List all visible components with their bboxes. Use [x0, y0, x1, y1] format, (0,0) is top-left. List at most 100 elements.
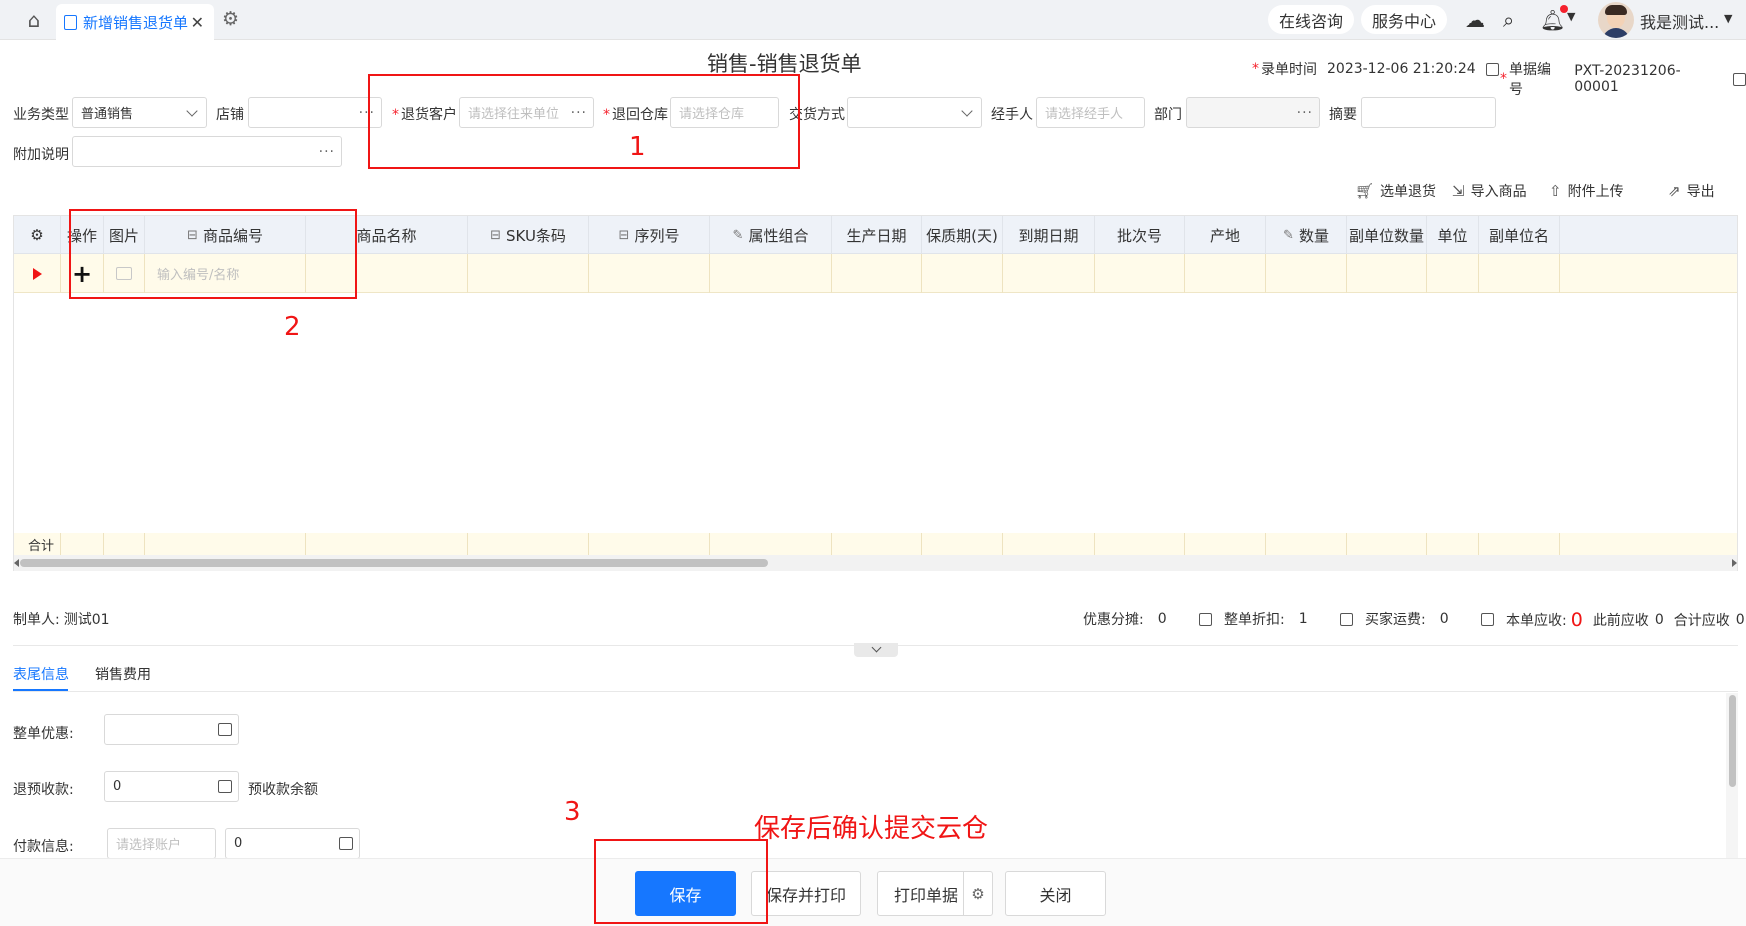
- export-button[interactable]: ⇗ 导出: [1668, 181, 1715, 201]
- receivable: 本单应收: 0 此前应收 0 合计应收 0: [1506, 609, 1745, 631]
- annotation-number-1: 1: [629, 132, 646, 162]
- handler-input[interactable]: 请选择经手人: [1036, 97, 1145, 128]
- payment-amount-value: 0: [234, 836, 243, 851]
- select-return-button[interactable]: 🛒︎ 选单退货: [1355, 181, 1436, 201]
- delivery-select[interactable]: [847, 97, 982, 128]
- pencil-icon: ✎: [1283, 227, 1294, 243]
- more-icon[interactable]: ···: [319, 144, 335, 160]
- account-placeholder: 请选择账户: [116, 838, 182, 853]
- payment-label: 付款信息:: [13, 839, 74, 855]
- col-sub-quantity: 副单位数量: [1347, 216, 1427, 254]
- export-icon: ⇗: [1668, 182, 1681, 200]
- annotation-number-3: 3: [564, 797, 581, 827]
- col-sku: ⊟ SKU条码: [468, 216, 589, 254]
- calculator-icon[interactable]: [218, 723, 232, 736]
- col-expiry-date: 到期日期: [1003, 216, 1095, 254]
- vertical-scrollbar[interactable]: [1726, 693, 1738, 858]
- total-receivable-value: 0: [1735, 612, 1745, 628]
- more-icon[interactable]: ···: [1297, 105, 1313, 121]
- upload-icon: ⇧: [1549, 182, 1562, 200]
- edit-icon[interactable]: [1198, 612, 1212, 626]
- col-attributes: ✎ 属性组合: [710, 216, 832, 254]
- print-document-button[interactable]: 打印单据 ⚙: [877, 871, 993, 916]
- annotation-box-3: [594, 839, 768, 924]
- receivable-value: 0: [1570, 609, 1583, 631]
- shop-input[interactable]: ···: [248, 97, 382, 128]
- whole-discount-field[interactable]: [104, 714, 239, 745]
- calculator-icon[interactable]: [218, 780, 232, 793]
- close-button[interactable]: 关闭: [1005, 871, 1106, 916]
- collapse-toggle[interactable]: [854, 642, 898, 657]
- extra-input[interactable]: ···: [72, 136, 342, 167]
- upload-attachment-button[interactable]: ⇧ 附件上传: [1549, 181, 1624, 201]
- grid-total-row: 合计: [14, 533, 1737, 555]
- col-quantity: ✎ 数量: [1266, 216, 1347, 254]
- discount-alloc: 优惠分摊: 0: [1083, 609, 1212, 629]
- biz-type-select[interactable]: 普通销售: [72, 97, 207, 128]
- summary-label: 摘要: [1329, 107, 1357, 123]
- maker-info: 制单人: 测试01: [13, 609, 110, 629]
- record-time-value: 2023-12-06 21:20:24: [1327, 61, 1476, 77]
- doc-number: * 单据编号 PXT-20231206-00001: [1500, 59, 1746, 99]
- whole-discount: 整单折扣: 1: [1224, 609, 1353, 629]
- footer-bar: [0, 858, 1746, 926]
- summary-input[interactable]: [1361, 97, 1496, 128]
- payment-amount-field[interactable]: 0: [225, 828, 360, 859]
- avatar[interactable]: [1598, 2, 1634, 38]
- divider: [13, 691, 1738, 692]
- edit-icon[interactable]: [1480, 612, 1494, 626]
- scrollbar-thumb[interactable]: [1729, 695, 1736, 787]
- prev-receivable-value: 0: [1654, 612, 1664, 628]
- home-icon[interactable]: ⌂: [14, 6, 54, 34]
- prepay-balance-label: 预收款余额: [248, 782, 318, 798]
- refund-prepay-value: 0: [113, 779, 122, 794]
- service-center-button[interactable]: 服务中心: [1361, 5, 1448, 34]
- account-select[interactable]: 请选择账户: [107, 828, 216, 859]
- scan-icon: ⊟: [490, 227, 501, 243]
- dept-input[interactable]: ···: [1186, 97, 1320, 128]
- user-name[interactable]: 我是测试...: [1640, 9, 1719, 33]
- cloud-download-icon[interactable]: ☁: [1465, 8, 1485, 32]
- user-menu-chevron-icon[interactable]: ▼: [1724, 12, 1732, 25]
- shop-label: 店铺: [216, 107, 244, 123]
- tab-sales-cost[interactable]: 销售费用: [95, 664, 151, 684]
- import-goods-button[interactable]: ⇲ 导入商品: [1452, 181, 1527, 201]
- edit-icon[interactable]: [1485, 62, 1499, 76]
- biz-type-label: 业务类型: [13, 107, 69, 123]
- document-icon: [64, 14, 77, 30]
- handler-label: 经手人: [991, 107, 1033, 123]
- total-label: 合计: [14, 533, 61, 555]
- freight: 买家运费: 0: [1365, 609, 1494, 629]
- edit-icon[interactable]: [1733, 72, 1746, 86]
- discount-alloc-value: 0: [1157, 611, 1167, 627]
- row-pointer-icon: [14, 254, 61, 293]
- doc-number-label: 单据编号: [1509, 62, 1551, 98]
- edit-icon[interactable]: [1339, 612, 1353, 626]
- col-origin: 产地: [1185, 216, 1266, 254]
- online-consult-button[interactable]: 在线咨询: [1268, 5, 1355, 34]
- scan-icon: ⊟: [618, 227, 630, 243]
- refund-prepay-label: 退预收款:: [13, 782, 74, 798]
- chevron-down-icon[interactable]: ▼: [1567, 10, 1575, 23]
- tab-tail-info[interactable]: 表尾信息: [13, 664, 69, 684]
- print-settings-gear-icon[interactable]: ⚙: [963, 872, 992, 915]
- close-icon[interactable]: ✕: [191, 13, 204, 32]
- annotation-note: 保存后确认提交云仓: [754, 814, 989, 844]
- calculator-icon[interactable]: [339, 837, 353, 850]
- tab-label: 新增销售退货单: [83, 13, 189, 32]
- scrollbar-thumb[interactable]: [20, 559, 768, 567]
- col-production-date: 生产日期: [832, 216, 922, 254]
- chevron-down-icon: [186, 105, 198, 117]
- refund-prepay-field[interactable]: 0: [104, 771, 239, 802]
- annotation-box-1: [368, 74, 800, 169]
- gear-icon[interactable]: ⚙: [222, 8, 239, 30]
- tab-new-sales-return[interactable]: 新增销售退货单 ✕: [56, 4, 214, 40]
- col-shelf-life: 保质期(天): [922, 216, 1003, 254]
- scroll-right-icon: [1732, 559, 1737, 567]
- grid-settings-gear-icon[interactable]: ⚙: [14, 216, 61, 254]
- col-unit: 单位: [1427, 216, 1479, 254]
- biz-type-value: 普通销售: [81, 107, 134, 122]
- cart-icon: 🛒︎: [1355, 182, 1375, 200]
- search-icon[interactable]: ⌕: [1503, 8, 1514, 32]
- horizontal-scrollbar[interactable]: [14, 555, 1737, 571]
